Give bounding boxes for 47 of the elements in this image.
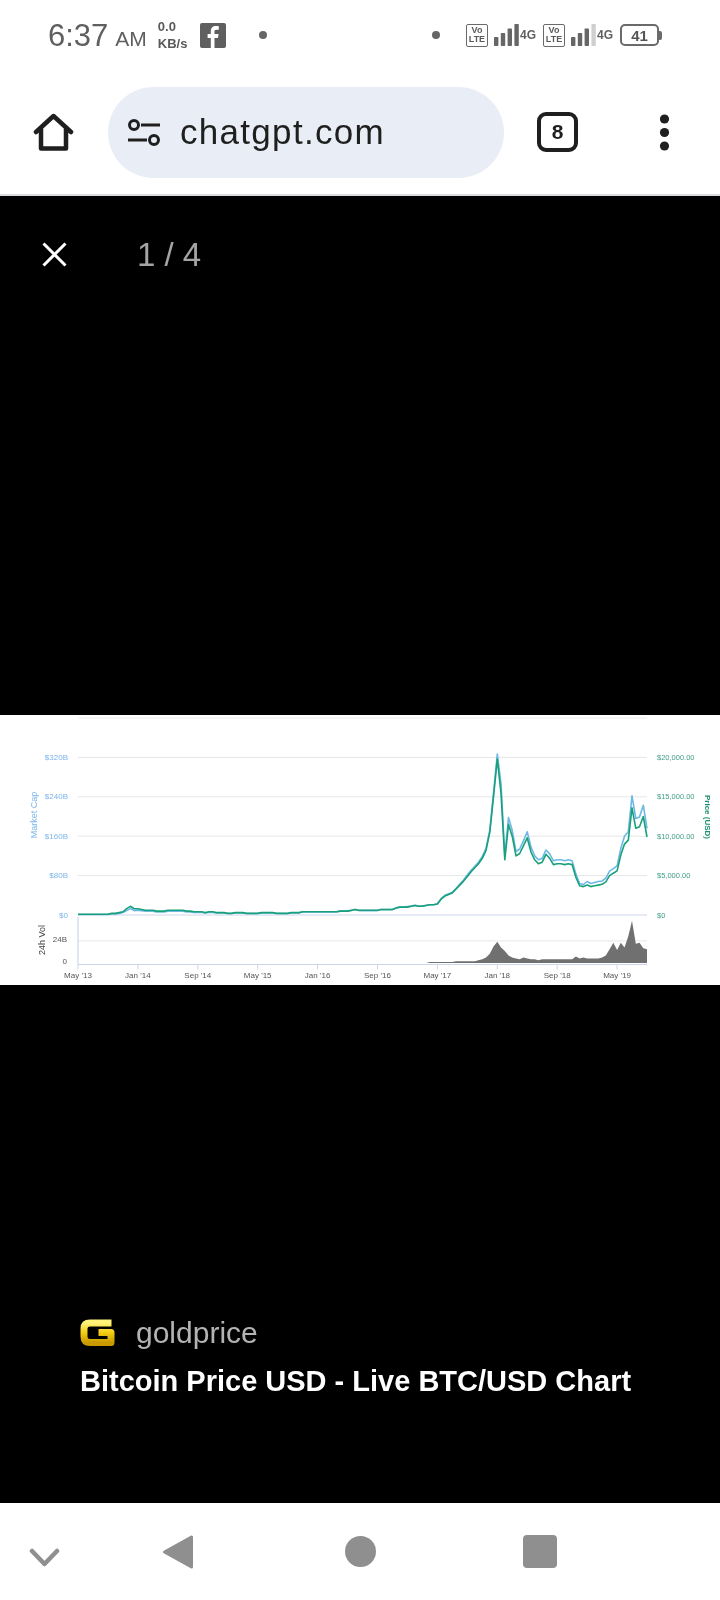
network-type: 4G [597,29,613,41]
network-type: 4G [519,29,536,41]
signal-icon [571,24,596,46]
axis-tick-label: May '17 [423,970,452,980]
dot-icon [431,31,440,39]
axis-tick-label: Jan '14 [125,970,151,980]
dot-icon [259,31,268,39]
axis-tick-label: $240B [44,791,68,801]
clock-period: AM [115,27,147,49]
volte-badge: Vo LTE [465,23,488,47]
axis-tick-label: Sep '18 [543,970,571,980]
axis-tick-label: May '15 [243,970,272,980]
battery-indicator: 41 [620,24,662,46]
network-speed-unit: KB/s [157,35,188,52]
axis-tick-label: Sep '16 [364,970,391,980]
clock-time: 6:37 [48,19,109,51]
axis-tick-label: May '13 [64,970,92,980]
chevron-down-icon[interactable] [29,1548,60,1568]
address-bar[interactable]: chatgpt.com [108,86,504,178]
signal-icon [493,24,519,46]
axis-tick-label: $160B [44,831,68,841]
nav-home-icon[interactable] [345,1536,376,1567]
axis-tick-label: May '19 [603,970,631,980]
axis-title: 24h Vol [37,924,47,955]
g-logo-icon [80,1317,115,1348]
image-title: Bitcoin Price USD - Live BTC/USD Chart [80,1365,633,1398]
volte-badge: Vo LTE [543,23,565,47]
home-icon[interactable] [33,112,74,152]
sliders-icon[interactable] [127,118,161,146]
axis-tick-label: 24B [52,934,67,944]
axis-tick-label: $80B [49,870,68,880]
image-counter: 1 / 4 [137,238,202,271]
more-options-icon[interactable] [659,113,670,151]
axis-tick-label: Jan '18 [484,970,511,980]
axis-tick-label: $320B [44,752,68,762]
axis-tick-label: $0 [59,910,68,919]
axis-tick-label: Jan '16 [304,970,331,980]
axis-tick-label: 0 [62,956,67,966]
f-logo-icon [200,22,227,48]
source-name: goldprice [136,1317,258,1348]
network-speed-value: 0.0 [157,18,177,35]
axis-title: Price (USD) [703,794,712,839]
back-icon[interactable] [162,1533,194,1570]
axis-tick-label: Sep '14 [184,970,212,980]
tab-count-button[interactable]: 8 [537,112,578,152]
axis-title: Market Cap [29,791,39,838]
close-icon[interactable] [42,242,67,267]
